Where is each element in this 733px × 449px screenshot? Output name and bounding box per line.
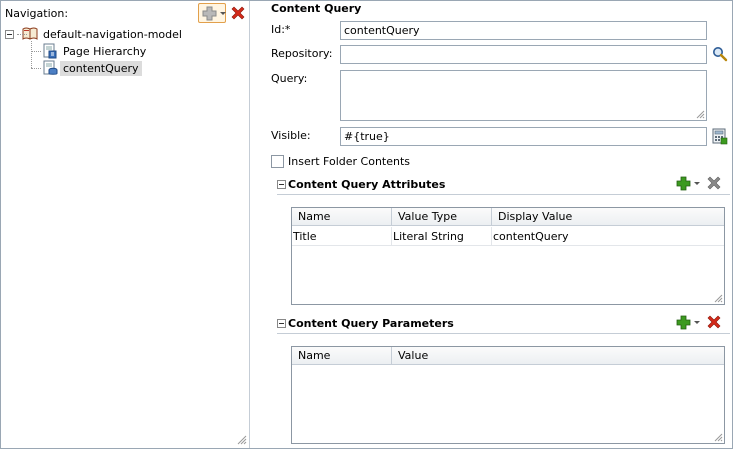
tree-root-label: default-navigation-model bbox=[43, 27, 182, 41]
tree-item-label: contentQuery bbox=[60, 60, 142, 76]
column-divider[interactable] bbox=[391, 347, 392, 365]
add-dropdown-button[interactable] bbox=[198, 3, 226, 23]
tree-connector bbox=[31, 51, 41, 52]
cell-name: Title bbox=[293, 230, 317, 243]
column-header-display-value[interactable]: Display Value bbox=[498, 210, 572, 223]
form-title: Content Query bbox=[271, 2, 362, 15]
chevron-down-icon[interactable] bbox=[694, 181, 700, 185]
navigation-panel: Navigation: default-navigation-model Pag… bbox=[1, 1, 250, 448]
cell-divider bbox=[491, 227, 492, 246]
repository-field[interactable] bbox=[340, 45, 707, 64]
tree-node-content-query[interactable]: contentQuery bbox=[42, 59, 142, 77]
add-icon bbox=[202, 6, 217, 21]
attributes-collapse-icon[interactable] bbox=[277, 180, 286, 189]
add-icon[interactable] bbox=[676, 315, 691, 330]
attributes-toolbar bbox=[676, 175, 722, 191]
chevron-down-icon bbox=[220, 12, 226, 15]
chevron-down-icon[interactable] bbox=[694, 320, 700, 324]
insert-folder-label: Insert Folder Contents bbox=[288, 155, 411, 168]
visible-label: Visible: bbox=[271, 129, 311, 142]
page-hierarchy-icon bbox=[43, 43, 57, 59]
resize-grip-icon[interactable] bbox=[714, 433, 723, 442]
content-query-form: Content Query Id:* Repository: Query: Vi… bbox=[251, 1, 732, 448]
visible-field[interactable] bbox=[340, 127, 707, 146]
parameters-table: Name Value bbox=[291, 346, 725, 444]
column-header-value-type[interactable]: Value Type bbox=[398, 210, 457, 223]
expression-builder-icon[interactable] bbox=[712, 128, 728, 145]
parameters-collapse-icon[interactable] bbox=[277, 319, 286, 328]
search-icon[interactable] bbox=[712, 46, 728, 62]
table-row[interactable]: Title Literal String contentQuery bbox=[292, 227, 724, 246]
add-icon[interactable] bbox=[676, 176, 691, 191]
section-divider bbox=[277, 194, 730, 195]
resize-grip-icon[interactable] bbox=[237, 435, 247, 445]
tree-connector bbox=[17, 34, 27, 35]
tree-connector bbox=[31, 68, 41, 69]
query-textarea[interactable] bbox=[340, 70, 707, 121]
resize-grip-icon[interactable] bbox=[714, 294, 723, 303]
resize-grip-icon[interactable] bbox=[696, 110, 705, 119]
parameters-toolbar bbox=[676, 314, 722, 330]
attributes-table: Name Value Type Display Value Title Lite… bbox=[291, 207, 725, 305]
id-field[interactable] bbox=[340, 21, 707, 40]
attributes-section-title: Content Query Attributes bbox=[288, 178, 446, 191]
column-divider[interactable] bbox=[391, 208, 392, 226]
parameters-section-title: Content Query Parameters bbox=[288, 317, 454, 330]
cell-value-type: Literal String bbox=[393, 230, 464, 243]
table-header: Name Value Type Display Value bbox=[292, 208, 724, 226]
delete-icon[interactable] bbox=[706, 175, 722, 191]
column-header-value[interactable]: Value bbox=[398, 349, 428, 362]
content-query-icon bbox=[43, 60, 58, 75]
query-label: Query: bbox=[271, 72, 308, 85]
cell-display-value: contentQuery bbox=[493, 230, 569, 243]
tree-item-label: Page Hierarchy bbox=[63, 44, 147, 58]
collapse-icon[interactable] bbox=[5, 29, 14, 39]
id-label: Id:* bbox=[271, 23, 291, 36]
cell-divider bbox=[391, 227, 392, 246]
table-header: Name Value bbox=[292, 347, 724, 365]
navigation-header: Navigation: bbox=[5, 7, 69, 20]
column-header-name[interactable]: Name bbox=[298, 349, 330, 362]
delete-icon[interactable] bbox=[230, 5, 246, 21]
repository-label: Repository: bbox=[271, 47, 333, 60]
column-header-name[interactable]: Name bbox=[298, 210, 330, 223]
delete-icon[interactable] bbox=[706, 314, 722, 330]
insert-folder-checkbox[interactable] bbox=[271, 155, 284, 168]
tree-connector bbox=[31, 41, 32, 68]
navigation-toolbar bbox=[198, 3, 246, 23]
section-divider bbox=[277, 333, 730, 334]
tree-node-page-hierarchy[interactable]: Page Hierarchy bbox=[42, 42, 149, 60]
column-divider[interactable] bbox=[491, 208, 492, 226]
